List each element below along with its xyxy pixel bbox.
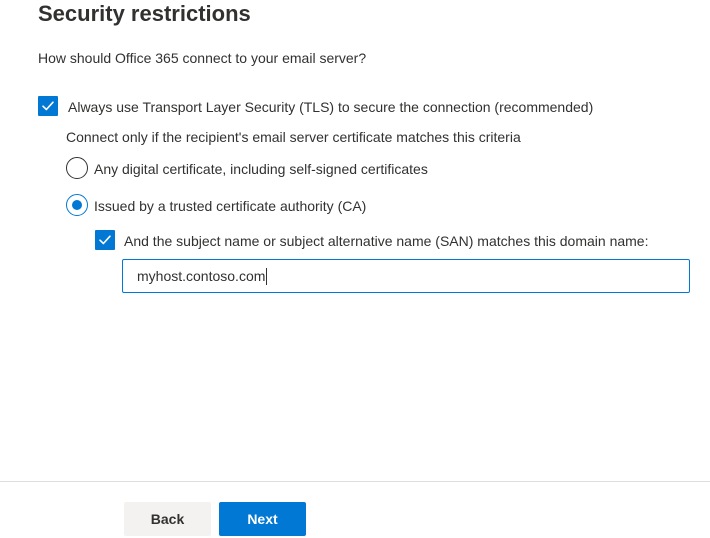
text-caret: [266, 267, 268, 285]
any-certificate-label[interactable]: Any digital certificate, including self-…: [94, 159, 428, 179]
san-checkbox-label[interactable]: And the subject name or subject alternat…: [124, 231, 648, 251]
footer-divider: [0, 481, 710, 482]
criteria-label: Connect only if the recipient's email se…: [66, 129, 521, 145]
radio-selected-dot: [72, 200, 82, 210]
domain-name-value: myhost.contoso.com: [137, 268, 266, 284]
trusted-ca-label[interactable]: Issued by a trusted certificate authorit…: [94, 196, 366, 216]
checkmark-icon: [99, 235, 111, 245]
connection-question: How should Office 365 connect to your em…: [38, 50, 367, 66]
back-button[interactable]: Back: [124, 502, 211, 536]
security-restrictions-page: Security restrictions How should Office …: [0, 0, 710, 538]
san-checkbox[interactable]: [95, 230, 115, 250]
checkmark-icon: [42, 101, 54, 111]
next-button[interactable]: Next: [219, 502, 306, 536]
tls-checkbox[interactable]: [38, 96, 58, 116]
trusted-ca-radio[interactable]: [66, 194, 88, 216]
any-certificate-radio[interactable]: [66, 157, 88, 179]
domain-name-input[interactable]: myhost.contoso.com: [122, 259, 690, 293]
page-title: Security restrictions: [38, 1, 251, 26]
tls-checkbox-label[interactable]: Always use Transport Layer Security (TLS…: [68, 97, 593, 117]
